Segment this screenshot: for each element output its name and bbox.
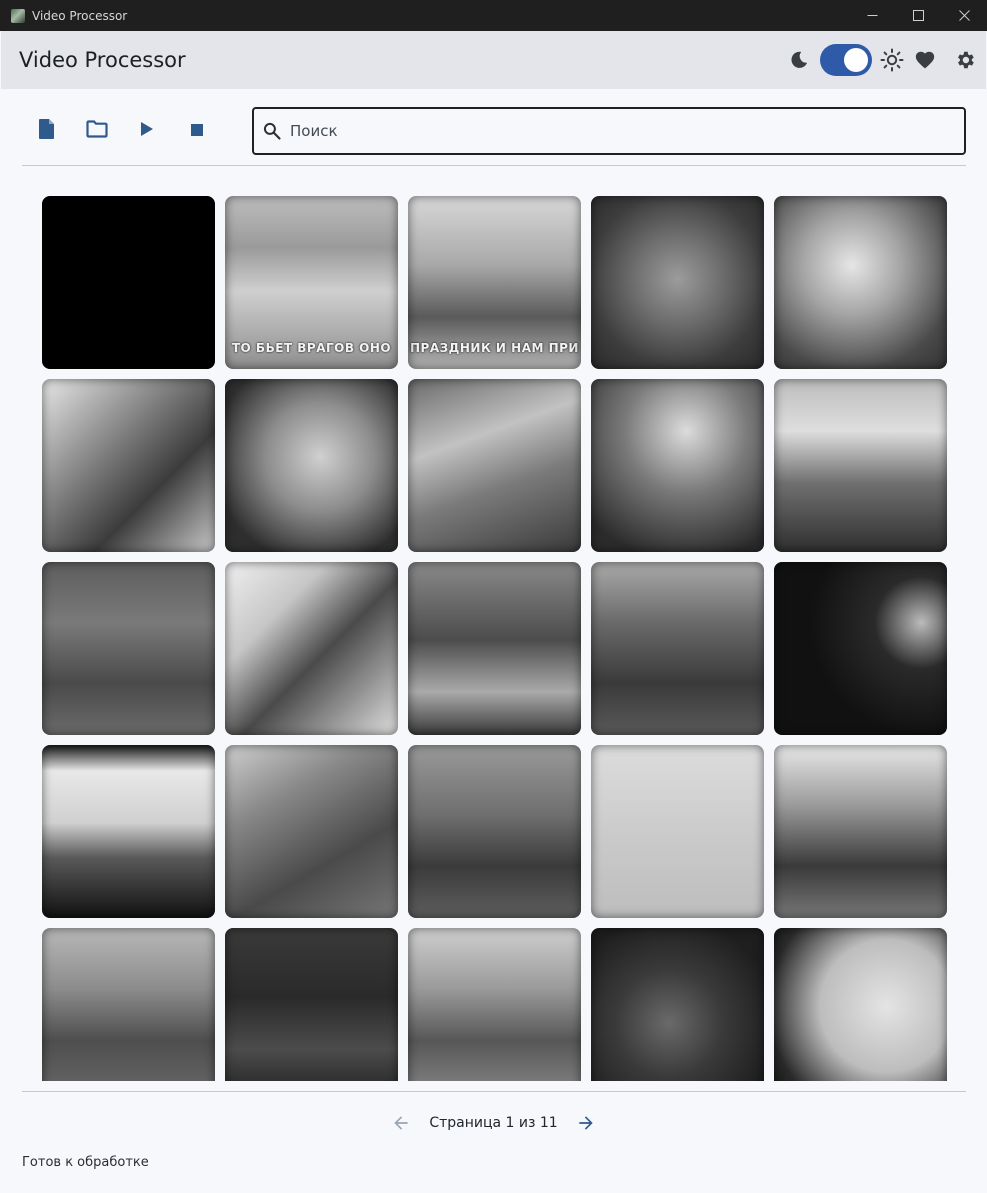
video-thumbnail[interactable] (225, 562, 398, 735)
video-thumbnail[interactable] (408, 562, 581, 735)
minimize-icon[interactable] (849, 0, 895, 31)
video-thumbnail[interactable] (591, 379, 764, 552)
play-button[interactable] (122, 107, 172, 155)
play-icon (140, 121, 154, 141)
page-indicator: Страница 1 из 11 (429, 1115, 558, 1131)
search-field[interactable]: Поиск (252, 107, 966, 155)
app-title: Video Processor (19, 48, 186, 72)
status-text: Готов к обработке (22, 1155, 149, 1170)
video-thumbnail[interactable] (42, 562, 215, 735)
pagination: Страница 1 из 11 (0, 1108, 987, 1138)
video-thumbnail[interactable] (42, 196, 215, 369)
video-thumbnail[interactable] (225, 745, 398, 918)
video-thumbnail[interactable] (42, 745, 215, 918)
search-icon (262, 121, 282, 141)
open-folder-button[interactable] (72, 107, 122, 155)
video-thumbnail[interactable] (591, 196, 764, 369)
video-thumbnail[interactable] (225, 379, 398, 552)
theme-toggle[interactable] (820, 44, 872, 76)
video-thumbnail[interactable] (591, 745, 764, 918)
thumbnail-caption: ПРАЗДНИК И НАМ ПРИ (410, 341, 579, 355)
moon-icon (788, 49, 810, 71)
arrow-right-icon (579, 1116, 593, 1130)
heart-icon[interactable] (914, 49, 936, 71)
thumbnail-grid-viewport[interactable]: ТО БЬЕТ ВРАГОВ ОНО ПРАЗДНИК И НАМ ПРИ (42, 196, 947, 1081)
open-file-button[interactable] (22, 107, 72, 155)
video-thumbnail[interactable] (774, 928, 947, 1081)
video-thumbnail[interactable] (225, 928, 398, 1081)
video-thumbnail[interactable] (774, 196, 947, 369)
sun-icon (880, 48, 904, 72)
video-thumbnail[interactable] (408, 928, 581, 1081)
video-thumbnail[interactable] (42, 928, 215, 1081)
thumbnail-grid: ТО БЬЕТ ВРАГОВ ОНО ПРАЗДНИК И НАМ ПРИ (42, 196, 947, 1081)
gear-icon[interactable] (954, 49, 976, 71)
window-title: Video Processor (32, 8, 128, 23)
folder-icon (86, 120, 108, 142)
video-thumbnail[interactable] (774, 562, 947, 735)
pager-divider (22, 1091, 966, 1092)
video-thumbnail[interactable] (591, 562, 764, 735)
appbar-actions (788, 44, 976, 76)
close-icon[interactable] (941, 0, 987, 31)
video-thumbnail[interactable]: ПРАЗДНИК И НАМ ПРИ (408, 196, 581, 369)
maximize-icon[interactable] (895, 0, 941, 31)
video-thumbnail[interactable] (591, 928, 764, 1081)
window-titlebar: Video Processor (0, 0, 987, 31)
toolbar-divider (22, 165, 966, 166)
stop-button[interactable] (172, 107, 222, 155)
video-thumbnail[interactable] (774, 745, 947, 918)
next-page-button[interactable] (576, 1113, 596, 1133)
app-icon (11, 8, 25, 23)
video-thumbnail[interactable] (42, 379, 215, 552)
window-controls (849, 0, 987, 31)
video-thumbnail[interactable] (774, 379, 947, 552)
thumbnail-caption: ТО БЬЕТ ВРАГОВ ОНО (231, 341, 392, 355)
app-bar: Video Processor (1, 31, 986, 89)
video-thumbnail[interactable] (408, 745, 581, 918)
prev-page-button[interactable] (391, 1113, 411, 1133)
theme-toggle-knob (844, 48, 868, 72)
video-thumbnail[interactable]: ТО БЬЕТ ВРАГОВ ОНО (225, 196, 398, 369)
search-placeholder[interactable]: Поиск (290, 122, 338, 140)
arrow-left-icon (394, 1116, 408, 1130)
stop-icon (190, 122, 204, 141)
file-icon (37, 118, 57, 144)
video-thumbnail[interactable] (408, 379, 581, 552)
